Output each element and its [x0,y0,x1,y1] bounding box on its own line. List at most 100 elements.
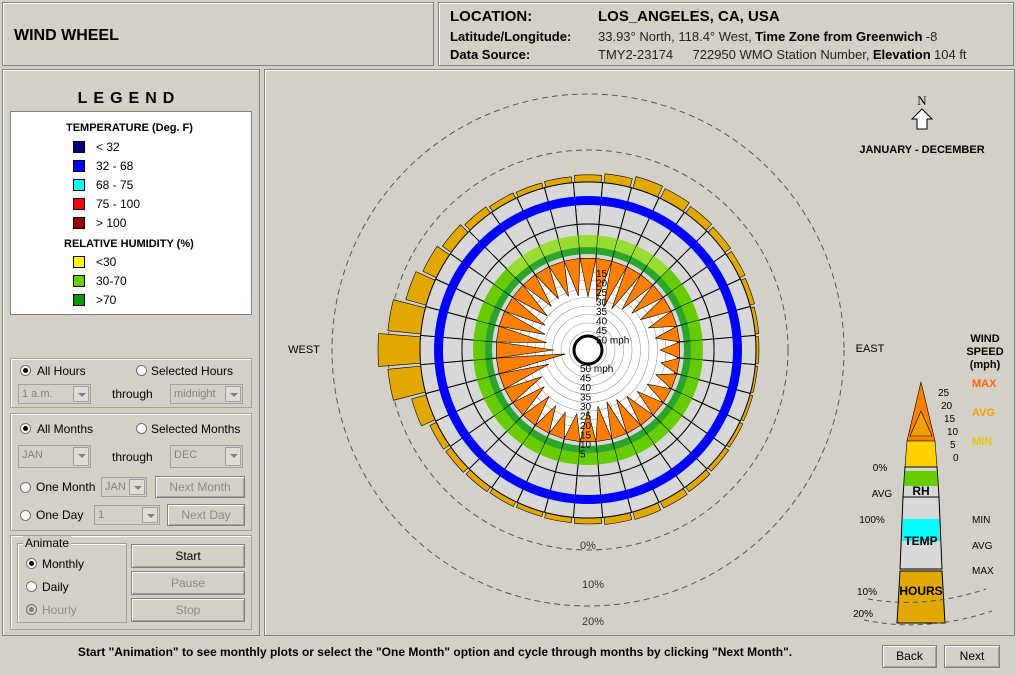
humidity-band-dark [485,341,493,359]
months-to-select[interactable]: DEC [170,445,243,468]
latlon-row: 33.93° North, 118.4° West, Time Zone fro… [598,29,937,44]
next-day-button[interactable]: Next Day [167,504,245,526]
timezone-value: -8 [925,29,938,44]
selected-months-label[interactable]: Selected Months [151,422,240,436]
temperature-legend-label: 68 - 75 [96,178,134,192]
humidity-band [577,234,599,248]
hours-bar [387,365,426,401]
speed-tick-label: 50 mph [596,336,629,347]
key-speed-stat: AVG [972,407,995,419]
one-day-value: 1 [98,509,105,521]
one-day-label[interactable]: One Day [36,508,83,522]
key-speed-tick: 15 [944,414,956,425]
footer-message: Start "Animation" to see monthly plots o… [77,645,793,659]
key-rh-scale: 100% [859,515,885,526]
all-months-label[interactable]: All Months [37,422,93,436]
start-button[interactable]: Start [131,544,245,568]
key-speed-tick: 25 [938,388,950,399]
source-value: TMY2-23174 [598,47,674,62]
all-hours-label[interactable]: All Hours [37,364,86,378]
chevron-down-icon [73,386,89,402]
humidity-band-dark [579,247,597,255]
key-title: SPEED [966,346,1003,358]
percent-label: 0% [580,540,596,552]
months-from-select[interactable]: JAN [18,445,91,468]
key-temp-scale: AVG [972,541,993,552]
key-hours-scale: 20% [853,609,873,620]
daily-radio[interactable] [26,581,37,592]
next-button[interactable]: Next [944,645,1000,668]
legend-title: LEGEND [77,90,181,107]
selected-hours-label[interactable]: Selected Hours [151,364,233,378]
key-rh-scale: 0% [873,463,888,474]
chevron-down-icon [129,479,145,495]
all-months-radio[interactable] [20,423,31,434]
monthly-radio[interactable] [26,558,37,569]
hours-from-select[interactable]: 1 a.m. [18,384,91,404]
key-rh-scale: AVG [872,489,893,500]
key-temp-scale: MAX [972,566,994,577]
daily-label[interactable]: Daily [42,580,69,594]
temperature-avg-band [732,336,742,364]
hours-bar [387,299,426,335]
hours-to-select[interactable]: midnight [170,384,243,404]
key-speed-tick: 5 [950,440,956,451]
key-speed-stat: MAX [972,378,997,390]
hours-bar [573,174,603,183]
humidity-band [690,339,703,361]
one-day-radio[interactable] [20,510,31,521]
temperature-avg-band [574,196,602,206]
west-label: WEST [288,344,320,356]
back-button[interactable]: Back [882,645,937,668]
wind-wheel-chart: 1520253035404550 mph50 mph45403530252015… [288,93,1004,628]
humidity-legend-label: >70 [96,293,117,307]
all-hours-radio[interactable] [20,365,31,376]
humidity-legend-swatch [73,275,85,287]
hours-to-value: midnight [174,388,216,400]
key-speed-tick: 10 [947,427,959,438]
humidity-legend-swatch [73,294,85,306]
humidity-legend-swatch [73,256,85,268]
pause-button[interactable]: Pause [131,571,245,595]
hours-from-value: 1 a.m. [22,388,53,400]
speed-tick-label: 5 [580,450,586,461]
key-hours-label: HOURS [899,584,942,598]
period-label: JANUARY - DECEMBER [859,144,984,156]
temperature-avg-band [574,494,602,504]
temperature-legend-swatch [73,141,85,153]
chevron-down-icon [142,507,158,523]
selected-months-radio[interactable] [136,423,147,434]
months-from-value: JAN [22,449,43,461]
one-day-select[interactable]: 1 [94,505,160,525]
key-speed-tick: 0 [953,453,959,464]
monthly-label[interactable]: Monthly [42,557,84,571]
one-month-label[interactable]: One Month [36,480,95,494]
source-row: TMY2-23174 722950 WMO Station Number, El… [598,47,967,62]
key-speed-stat: MIN [972,436,992,448]
next-month-button[interactable]: Next Month [155,476,245,498]
stop-button[interactable]: Stop [131,598,245,622]
temperature-legend-label: 32 - 68 [96,159,134,173]
latlon-label: Latitude/Longitude: [450,29,572,44]
humidity-legend-label: 30-70 [96,274,127,288]
temperature-legend-label: < 32 [96,140,120,154]
hourly-radio[interactable] [26,604,37,615]
hourly-label[interactable]: Hourly [42,603,77,617]
one-month-value: JAN [105,481,126,493]
chevron-down-icon [225,386,241,402]
one-month-radio[interactable] [20,482,31,493]
station-value: 722950 WMO Station Number, [692,47,870,62]
chevron-down-icon [73,447,89,466]
selected-hours-radio[interactable] [136,365,147,376]
hours-bar [377,333,421,367]
one-month-select[interactable]: JAN [101,477,147,497]
elevation-label: Elevation [872,47,931,62]
wind-speed-key: WINDSPEED(mph) RH TEMP HOURS MAX AVG MIN 25 20 15… [853,333,1004,626]
months-through-label: through [112,450,153,464]
key-min-band [904,440,938,468]
key-title: WIND [970,333,999,345]
key-rh-label: RH [912,484,929,498]
chevron-down-icon [225,447,241,466]
animate-group-label: Animate [23,536,72,550]
source-label: Data Source: [450,47,531,62]
